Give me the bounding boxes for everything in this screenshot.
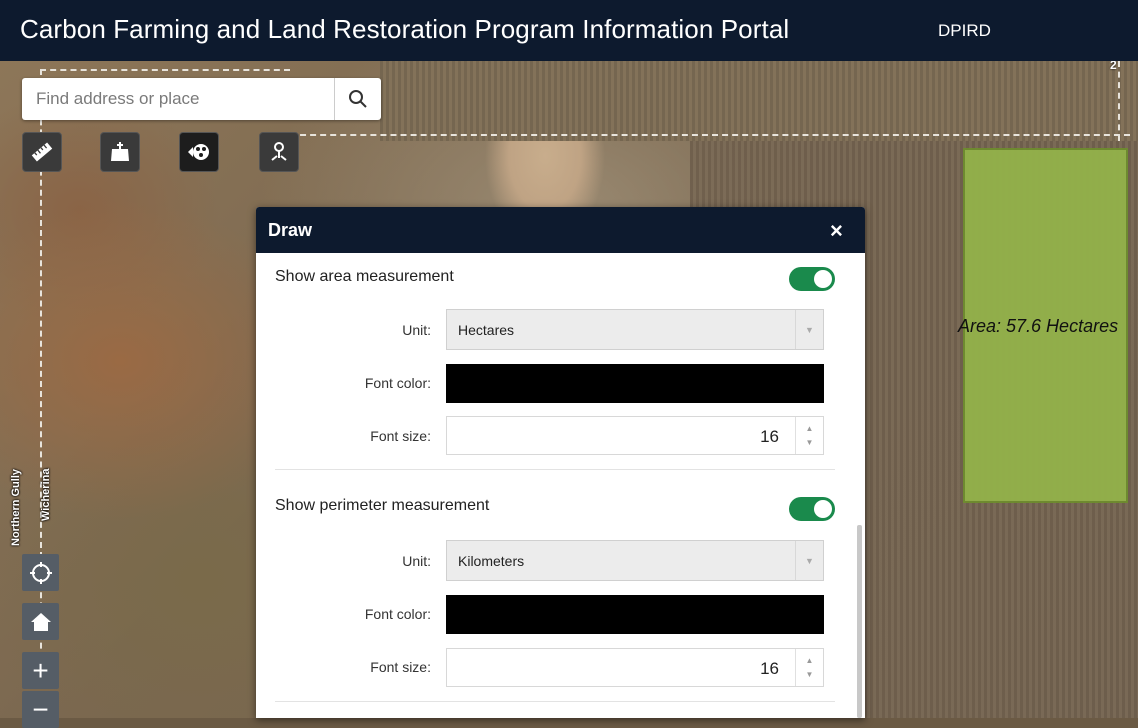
zoom-in-button[interactable]: + xyxy=(22,652,59,689)
locate-button[interactable] xyxy=(22,554,59,591)
search-icon xyxy=(349,90,367,108)
location-tool-button[interactable] xyxy=(259,132,299,172)
home-icon xyxy=(30,612,51,631)
org-link[interactable]: DPIRD xyxy=(938,21,991,41)
draw-panel: Draw × Show area measurement Unit: Hecta… xyxy=(256,207,865,718)
draw-panel-title: Draw xyxy=(268,220,313,240)
area-font-size-label: Font size: xyxy=(370,428,431,444)
area-unit-value: Hectares xyxy=(458,322,515,338)
perimeter-font-size-input[interactable]: 16 ▲ ▼ xyxy=(446,648,824,687)
map-label: 2 xyxy=(1110,61,1117,72)
draw-panel-header: Draw × xyxy=(256,207,865,253)
app-title: Carbon Farming and Land Restoration Prog… xyxy=(20,14,790,44)
area-font-size-value: 16 xyxy=(760,427,779,446)
add-data-icon xyxy=(111,142,129,161)
add-data-tool-button[interactable] xyxy=(100,132,140,172)
search-box xyxy=(22,78,381,120)
toggle-knob xyxy=(814,500,832,518)
road-label: Northern Gully xyxy=(10,468,22,546)
area-measurement-label: Show area measurement xyxy=(275,268,454,285)
road-label: Wicherina xyxy=(40,468,52,521)
area-font-color-label: Font color: xyxy=(364,375,431,391)
chevron-down-icon: ▼ xyxy=(795,310,823,349)
locate-icon xyxy=(29,561,52,584)
boundary-line xyxy=(40,69,290,71)
spinner-arrows-icon[interactable]: ▲ ▼ xyxy=(795,649,823,686)
perimeter-unit-label: Unit: xyxy=(402,553,431,569)
section-divider xyxy=(275,469,835,470)
perimeter-font-size-label: Font size: xyxy=(370,659,431,675)
perimeter-font-size-value: 16 xyxy=(760,659,779,678)
measure-tool-button[interactable] xyxy=(22,132,62,172)
toggle-knob xyxy=(814,270,832,288)
area-font-size-input[interactable]: 16 ▲ ▼ xyxy=(446,416,824,455)
spinner-arrows-icon[interactable]: ▲ ▼ xyxy=(795,417,823,454)
boundary-line xyxy=(290,134,1130,136)
search-button[interactable] xyxy=(334,78,381,120)
draw-icon xyxy=(188,144,209,160)
search-input[interactable] xyxy=(22,78,334,120)
panel-scrollbar[interactable] xyxy=(857,525,862,718)
crop-field-top xyxy=(380,61,1138,141)
home-button[interactable] xyxy=(22,603,59,640)
location-pin-icon xyxy=(271,142,287,161)
measure-icon xyxy=(31,142,53,162)
area-unit-label: Unit: xyxy=(402,322,431,338)
area-measurement-label: Area: 57.6 Hectares xyxy=(958,316,1119,336)
app-header: Carbon Farming and Land Restoration Prog… xyxy=(0,0,1138,61)
perimeter-measurement-toggle[interactable] xyxy=(789,497,835,521)
area-font-color-swatch[interactable] xyxy=(446,364,824,403)
perimeter-font-color-swatch[interactable] xyxy=(446,595,824,634)
zoom-out-button[interactable]: − xyxy=(22,691,59,728)
area-measurement-toggle[interactable] xyxy=(789,267,835,291)
perimeter-font-color-label: Font color: xyxy=(364,606,431,622)
perimeter-measurement-label: Show perimeter measurement xyxy=(275,497,490,514)
draw-tool-button[interactable] xyxy=(179,132,219,172)
chevron-down-icon: ▼ xyxy=(795,541,823,580)
area-unit-select[interactable]: Hectares ▼ xyxy=(446,309,824,350)
boundary-line xyxy=(1118,61,1120,141)
section-divider xyxy=(275,701,835,702)
perimeter-unit-value: Kilometers xyxy=(458,553,525,569)
close-icon[interactable]: × xyxy=(830,218,843,244)
perimeter-unit-select[interactable]: Kilometers ▼ xyxy=(446,540,824,581)
